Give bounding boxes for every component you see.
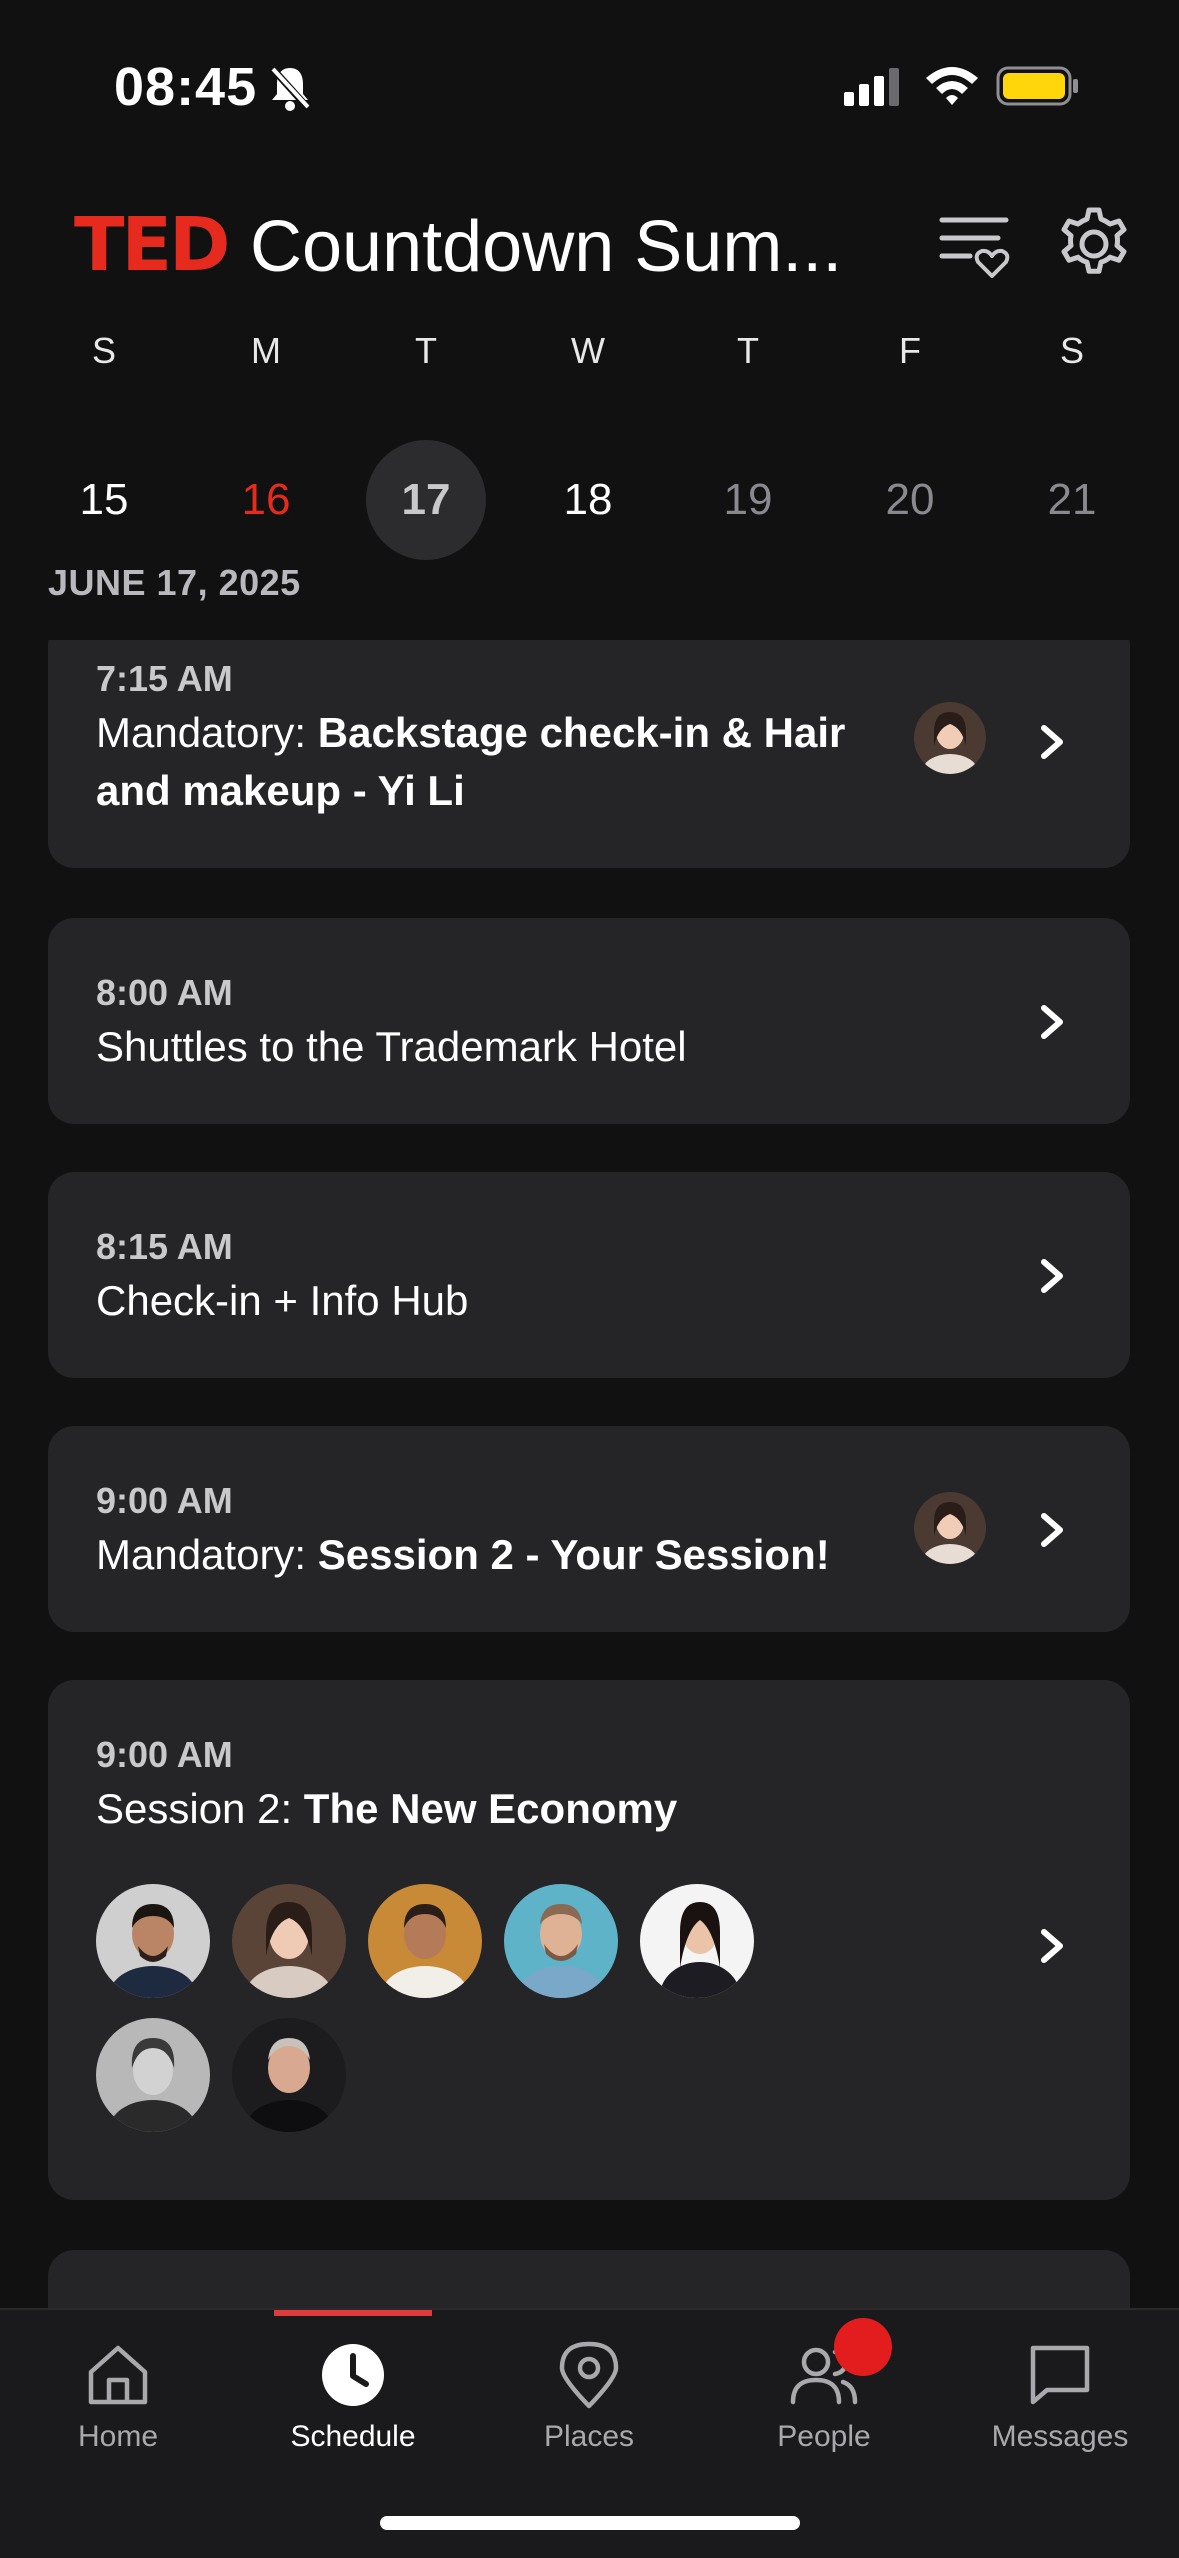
tab-label: Schedule [290,2420,416,2453]
event-card[interactable]: 8:15 AM Check-in + Info Hub [48,1172,1130,1378]
event-time: 8:00 AM [96,972,233,1013]
schedule-list[interactable]: 7:15 AM Mandatory: Backstage check-in & … [0,640,1179,2308]
weekday-label: S [1059,330,1084,371]
tab-schedule[interactable]: Schedule [253,2340,453,2454]
tab-label: Messages [991,2420,1129,2453]
status-time: 08:45 [114,57,258,117]
event-title: Check-in + Info Hub [96,1277,469,1324]
gear-icon [1061,207,1127,274]
speaker-avatar[interactable] [232,2018,346,2132]
event-prefix: Mandatory: [96,1531,318,1578]
chevron-right-icon [1041,1259,1063,1293]
filter-heart-icon [939,217,1010,278]
date-21[interactable]: 21 [1012,440,1132,560]
selected-date-heading: JUNE 17, 2025 [48,562,301,603]
event-prefix: Session 2: [96,1785,304,1832]
tab-home[interactable]: Home [18,2340,218,2454]
event-time: 9:00 AM [96,1480,233,1521]
tab-people[interactable]: People [724,2340,924,2454]
weekday-label: W [571,330,605,371]
tab-messages[interactable]: Messages [960,2340,1160,2454]
speaker-avatar [914,702,986,774]
date-17-selected[interactable]: 17 [366,440,486,560]
event-card[interactable]: 9:00 AM Mandatory: Session 2 - Your Sess… [48,1426,1130,1632]
tab-label: Places [543,2420,635,2453]
speaker-avatar[interactable] [504,1884,618,1998]
chevron-right-icon [1041,725,1063,759]
speaker-avatar [914,1492,986,1564]
speaker-avatar[interactable] [96,1884,210,1998]
ted-logo: TED [74,202,230,288]
notification-badge [834,2318,892,2376]
speaker-avatar[interactable] [640,1884,754,1998]
page-title[interactable]: Countdown Sum... [250,206,870,288]
message-icon [1030,2345,1090,2405]
date-19[interactable]: 19 [688,440,808,560]
event-card[interactable]: 8:00 AM Shuttles to the Trademark Hotel [48,918,1130,1124]
event-title: Shuttles to the Trademark Hotel [96,1023,687,1070]
weekday-label: T [737,330,759,371]
event-time: 7:15 AM [96,658,233,699]
event-title-bold: Session 2 - Your Session! [317,1531,830,1578]
event-title-bold-line2: and makeup - Yi Li [96,767,465,814]
tab-label: People [777,2420,871,2453]
event-title-bold: Backstage check-in & Hair [317,709,846,756]
date-15[interactable]: 15 [44,440,164,560]
speaker-avatar[interactable] [368,1884,482,1998]
event-card[interactable]: 7:15 AM Mandatory: Backstage check-in & … [48,640,1130,868]
event-title: Mandatory: Backstage check-in & Hair and… [96,704,876,820]
date-18[interactable]: 18 [528,440,648,560]
battery-icon [996,66,1080,111]
active-tab-indicator [274,2310,432,2316]
weekday-label: F [899,330,921,371]
event-title: Session 2: The New Economy [96,1780,677,1838]
event-title-bold: The New Economy [303,1785,678,1832]
favorites-filter-button[interactable] [934,204,1014,284]
chevron-right-icon [1041,1929,1063,1963]
event-prefix: Mandatory: [96,709,318,756]
bell-muted-icon [268,64,312,117]
event-time: 8:15 AM [96,1226,233,1267]
cellular-signal-icon [844,68,904,113]
date-16-today[interactable]: 16 [206,440,326,560]
home-icon [88,2345,148,2405]
event-card[interactable]: 9:00 AM Session 2: The New Economy [48,1680,1130,2200]
chevron-right-icon [1041,1513,1063,1547]
date-20[interactable]: 20 [850,440,970,560]
event-time: 9:00 AM [96,1734,233,1775]
weekday-label: S [91,330,116,371]
clock-icon [322,2344,384,2406]
settings-button[interactable] [1054,204,1134,284]
event-title: Mandatory: Session 2 - Your Session! [96,1526,830,1584]
home-indicator[interactable] [380,2516,800,2530]
weekday-label: T [415,330,437,371]
weekday-label: M [251,330,281,371]
event-card[interactable] [48,2250,1130,2308]
wifi-icon [924,64,980,113]
speaker-avatar[interactable] [96,2018,210,2132]
app-header: TED Countdown Sum... [0,190,1179,300]
chevron-right-icon [1041,1005,1063,1039]
tab-places[interactable]: Places [489,2340,689,2454]
map-pin-icon [559,2341,619,2409]
tab-label: Home [77,2420,159,2453]
speaker-avatar[interactable] [232,1884,346,1998]
status-bar: 08:45 [0,0,1179,150]
